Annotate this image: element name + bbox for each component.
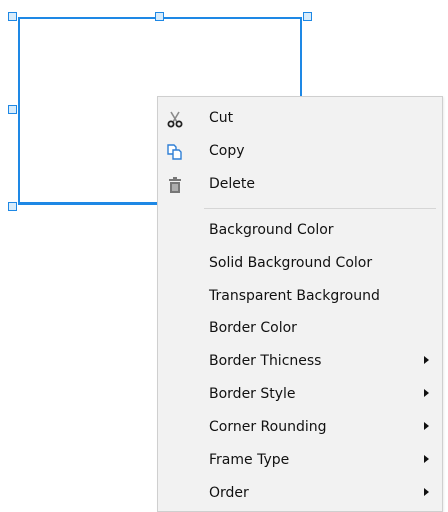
- menu-item-cut-label: Cut: [209, 110, 234, 126]
- menu-item-corner-rounding[interactable]: Corner Rounding: [158, 412, 442, 442]
- menu-item-frame-type-label: Frame Type: [209, 452, 290, 468]
- menu-item-solid-background-color-label: Solid Background Color: [209, 255, 373, 271]
- menu-item-border-color[interactable]: Border Color: [158, 313, 442, 343]
- menu-item-border-style[interactable]: Border Style: [158, 379, 442, 409]
- trash-icon: [165, 175, 185, 195]
- menu-item-transparent-background-label: Transparent Background: [209, 288, 380, 304]
- resize-handle-top-right[interactable]: [303, 12, 312, 21]
- submenu-arrow-icon: [424, 455, 429, 463]
- menu-item-transparent-background[interactable]: Transparent Background: [158, 281, 442, 311]
- copy-icon: [165, 142, 185, 162]
- menu-item-copy[interactable]: Copy: [158, 136, 442, 166]
- menu-item-border-thickness[interactable]: Border Thicness: [158, 346, 442, 376]
- submenu-arrow-icon: [424, 389, 429, 397]
- resize-handle-top-middle[interactable]: [155, 12, 164, 21]
- menu-item-order[interactable]: Order: [158, 478, 442, 508]
- resize-handle-middle-left[interactable]: [8, 105, 17, 114]
- menu-separator: [204, 208, 436, 209]
- resize-handle-top-left[interactable]: [8, 12, 17, 21]
- menu-item-solid-background-color[interactable]: Solid Background Color: [158, 248, 442, 278]
- menu-item-order-label: Order: [209, 485, 249, 501]
- menu-item-border-color-label: Border Color: [209, 320, 297, 336]
- menu-item-border-thickness-label: Border Thicness: [209, 353, 322, 369]
- menu-item-corner-rounding-label: Corner Rounding: [209, 419, 327, 435]
- submenu-arrow-icon: [424, 356, 429, 364]
- submenu-arrow-icon: [424, 422, 429, 430]
- menu-item-frame-type[interactable]: Frame Type: [158, 445, 442, 475]
- menu-item-background-color-label: Background Color: [209, 222, 334, 238]
- menu-item-cut[interactable]: Cut: [158, 103, 442, 133]
- menu-item-border-style-label: Border Style: [209, 386, 296, 402]
- resize-handle-bottom-left[interactable]: [8, 202, 17, 211]
- menu-item-background-color[interactable]: Background Color: [158, 215, 442, 245]
- menu-item-copy-label: Copy: [209, 143, 245, 159]
- menu-item-delete[interactable]: Delete: [158, 169, 442, 199]
- context-menu: Cut Copy Delete Background Color Solid B…: [157, 96, 443, 512]
- scissors-icon: [165, 109, 185, 129]
- menu-item-delete-label: Delete: [209, 176, 255, 192]
- submenu-arrow-icon: [424, 488, 429, 496]
